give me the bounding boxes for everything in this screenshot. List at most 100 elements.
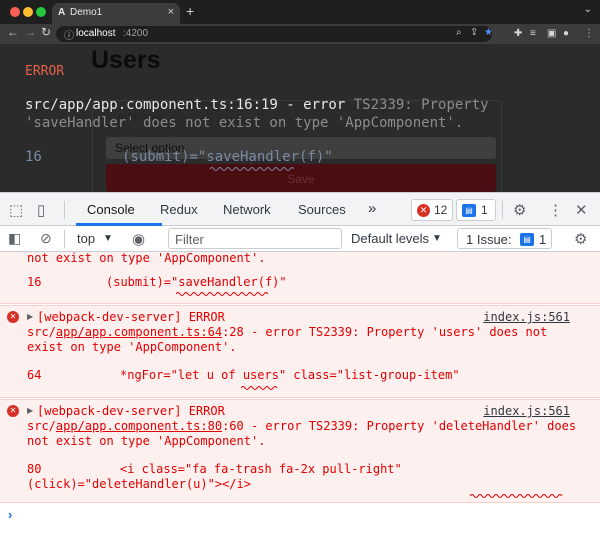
url-host: localhost — [76, 28, 116, 39]
share-icon[interactable]: ⇪ — [470, 27, 478, 38]
code-snippet-continued: (click)="deleteHandler(u)"></i> — [27, 477, 251, 491]
console-error-message: ✕ ▶ [webpack-dev-server] ERROR index.js:… — [0, 305, 600, 398]
source-link[interactable]: index.js:561 — [483, 310, 570, 324]
overlay-error-file: src/app/app.component.ts:16:19 - error T… — [25, 97, 489, 113]
device-toolbar-icon[interactable]: ▯ — [37, 201, 45, 219]
error-squiggle — [176, 292, 268, 296]
console-message-partial: not exist on type 'AppComponent'. 16 (su… — [0, 252, 600, 304]
console-output: not exist on type 'AppComponent'. 16 (su… — [0, 252, 600, 543]
message-icon: ▤ — [462, 204, 476, 217]
profile-icon[interactable]: ● — [563, 28, 569, 39]
message-rest: :28 - error TS2339: Property 'users' doe… — [222, 325, 548, 339]
console-error-message: ✕ ▶ [webpack-dev-server] ERROR index.js:… — [0, 399, 600, 503]
tab-search-icon[interactable]: ⌄ — [584, 4, 592, 15]
inspect-element-icon[interactable]: ⬚ — [9, 201, 23, 219]
tab-redux[interactable]: Redux — [160, 202, 198, 217]
page-title: Users — [91, 46, 161, 74]
message-rest: :60 - error TS2339: Property 'deleteHand… — [222, 419, 577, 433]
expand-triangle-icon[interactable]: ▶ — [27, 406, 33, 415]
issues-label: 1 Issue: — [466, 232, 512, 247]
angular-favicon-icon: A — [58, 7, 66, 18]
clear-console-icon[interactable]: ⊘ — [40, 230, 52, 247]
source-link[interactable]: index.js:561 — [483, 404, 570, 418]
code-line-number: 64 — [27, 368, 42, 382]
message-count: 1 — [481, 203, 488, 217]
overlay-code: (submit)="saveHandler(f)" — [122, 149, 333, 165]
toolbar-divider — [64, 201, 65, 219]
context-dropdown-icon[interactable]: ▼ — [103, 233, 113, 244]
path-prefix: src/ — [27, 325, 56, 339]
filter-placeholder: Filter — [175, 232, 204, 247]
overlay-squiggle — [210, 167, 294, 171]
bookmark-star-icon[interactable]: ★ — [484, 27, 493, 38]
customize-menu-icon[interactable]: ⋮ — [548, 201, 563, 219]
zoom-icon[interactable]: ⌕ — [456, 27, 462, 38]
issue-icon: ▤ — [520, 233, 534, 246]
browser-toolbar: ← → ↻ ⓘ localhost :4200 ⌕ ⇪ ★ ✚ ≡ ▣ ● ⋮ — [0, 24, 600, 44]
browser-tab[interactable]: A Demo1 × — [52, 3, 180, 24]
toolbar-divider — [64, 230, 65, 248]
message-text-line: exist on type 'AppComponent'. — [27, 340, 237, 354]
window-maximize-button[interactable] — [36, 7, 46, 17]
console-filter-bar: ◧ ⊘ top ▼ ◉ Filter Default levels ▼ 1 Is… — [0, 226, 600, 252]
save-button[interactable]: Save — [106, 164, 496, 192]
file-link[interactable]: app/app.component.ts:80 — [56, 419, 222, 433]
more-tabs-icon[interactable]: » — [368, 200, 376, 217]
sidepanel-icon[interactable]: ▣ — [547, 28, 556, 39]
tab-close-icon[interactable]: × — [168, 6, 174, 18]
overlay-message: TS2339: Property — [353, 97, 489, 113]
error-icon: ✕ — [7, 405, 19, 417]
message-text-line: src/app/app.component.ts:64:28 - error T… — [27, 325, 547, 340]
toolbar-divider — [502, 201, 503, 219]
error-squiggle — [241, 386, 277, 390]
path-prefix: src/ — [27, 419, 56, 433]
message-count-badge[interactable]: ▤ 1 — [456, 199, 496, 221]
file-link[interactable]: app/app.component.ts:64 — [56, 325, 222, 339]
page-viewport: Users Add user Select option Save ERROR … — [0, 44, 600, 192]
browser-tabstrip: A Demo1 × + ⌄ — [0, 0, 600, 24]
address-bar[interactable]: ⓘ localhost :4200 ⌕ ⇪ ★ — [56, 26, 493, 42]
tab-sources[interactable]: Sources — [298, 202, 346, 217]
message-text-line: src/app/app.component.ts:80:60 - error T… — [27, 419, 576, 434]
code-line-number: 80 — [27, 462, 42, 476]
settings-gear-icon[interactable]: ⚙ — [513, 201, 526, 219]
issues-button[interactable]: 1 Issue: ▤ 1 — [457, 228, 552, 249]
reload-icon[interactable]: ↻ — [41, 25, 51, 39]
error-icon: ✕ — [7, 311, 19, 323]
code-line-number: 16 — [27, 275, 42, 289]
tab-title: Demo1 — [70, 7, 103, 18]
menu-icon[interactable]: ⋮ — [584, 28, 594, 39]
error-count: 12 — [434, 203, 448, 217]
issues-count: 1 — [539, 232, 547, 247]
window-close-button[interactable] — [10, 7, 20, 17]
extensions-icon[interactable]: ✚ — [514, 28, 522, 39]
message-text-line: not exist on type 'AppComponent'. — [27, 434, 266, 448]
window-minimize-button[interactable] — [23, 7, 33, 17]
close-devtools-icon[interactable]: ✕ — [575, 201, 588, 219]
error-icon: ✕ — [417, 204, 430, 217]
error-count-badge[interactable]: ✕ 12 — [411, 199, 453, 221]
log-levels-select[interactable]: Default levels — [351, 231, 429, 246]
overlay-file-ref: src/app/app.component.ts:16:19 - error — [25, 97, 354, 113]
levels-dropdown-icon[interactable]: ▼ — [432, 233, 442, 244]
forward-icon[interactable]: → — [24, 25, 36, 39]
console-prompt-icon[interactable]: › — [8, 507, 12, 522]
message-header: [webpack-dev-server] ERROR — [37, 404, 225, 418]
site-info-icon[interactable]: ⓘ — [64, 27, 74, 42]
console-filter-input[interactable]: Filter — [168, 228, 342, 249]
context-select[interactable]: top — [77, 231, 95, 246]
error-squiggle — [470, 494, 562, 498]
reading-list-icon[interactable]: ≡ — [530, 28, 536, 39]
tab-network[interactable]: Network — [223, 202, 271, 217]
tab-console[interactable]: Console — [87, 202, 135, 217]
new-tab-icon[interactable]: + — [186, 3, 194, 19]
url-port: :4200 — [123, 28, 149, 39]
overlay-message-line2: 'saveHandler' does not exist on type 'Ap… — [25, 115, 464, 131]
overlay-error-label: ERROR — [25, 64, 65, 79]
console-settings-gear-icon[interactable]: ⚙ — [574, 230, 587, 248]
show-sidebar-icon[interactable]: ◧ — [8, 230, 21, 247]
live-expression-eye-icon[interactable]: ◉ — [132, 230, 145, 248]
back-icon[interactable]: ← — [7, 25, 19, 39]
save-label: Save — [287, 172, 315, 186]
expand-triangle-icon[interactable]: ▶ — [27, 312, 33, 321]
